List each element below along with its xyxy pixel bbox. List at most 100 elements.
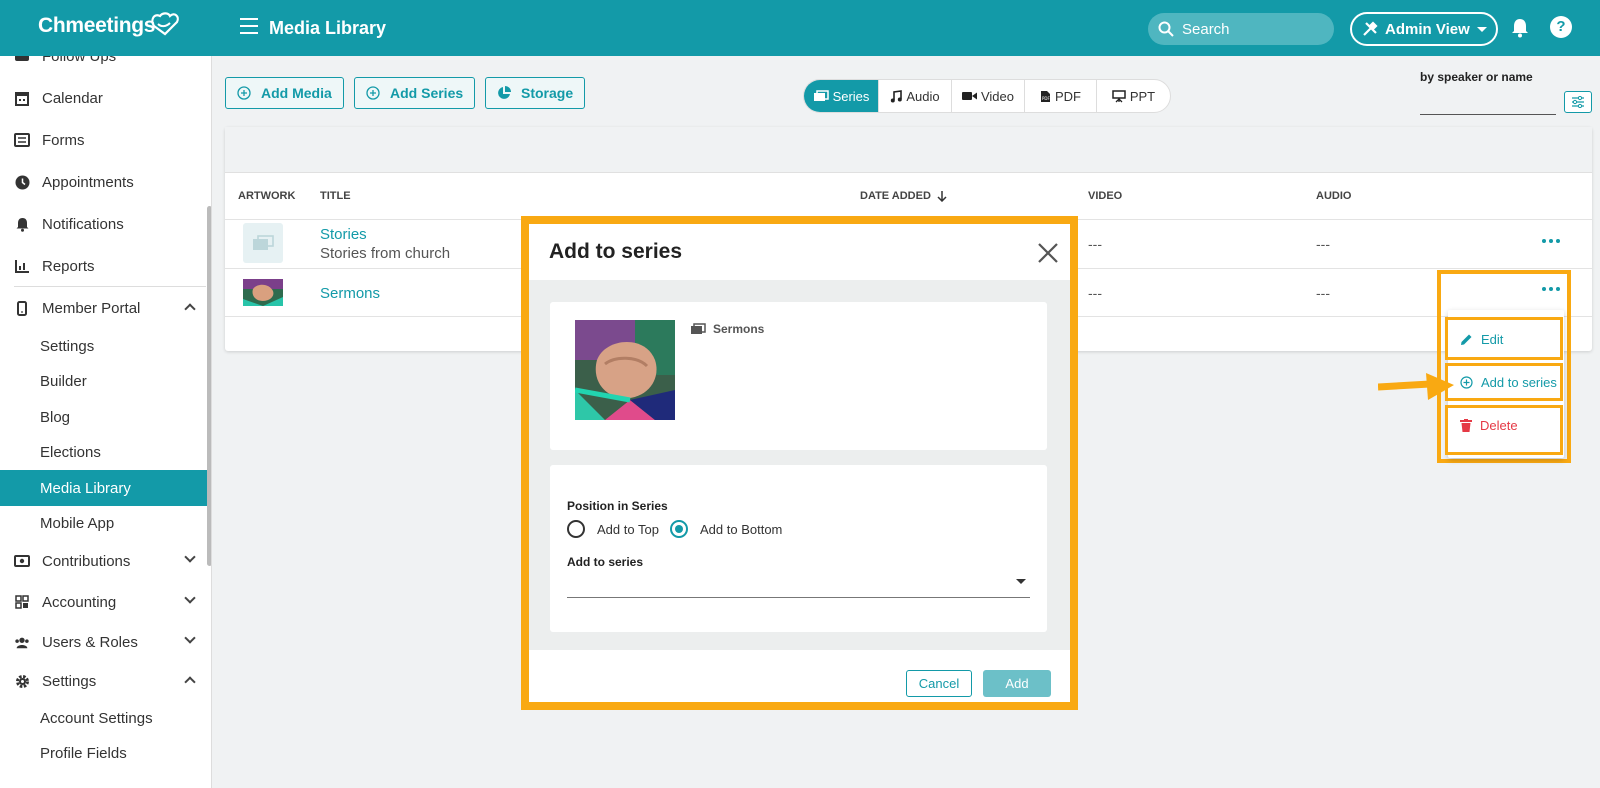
- series-select-label: Add to series: [567, 555, 644, 569]
- table-toolbar: [225, 127, 1592, 173]
- media-type-tabs: Series Audio Video PDF PDF PPT: [803, 79, 1171, 113]
- sidebar-item-users-roles[interactable]: Users & Roles: [0, 624, 210, 660]
- sidebar-item-calendar[interactable]: Calendar: [0, 80, 210, 116]
- close-icon[interactable]: [1037, 242, 1059, 264]
- plus-circle-icon: [366, 86, 380, 100]
- series-select[interactable]: [567, 597, 1030, 598]
- series-icon: [813, 90, 829, 101]
- sidebar-scrollbar[interactable]: [207, 206, 211, 566]
- tab-pdf[interactable]: PDF PDF: [1025, 80, 1097, 112]
- sidebar-item-settings[interactable]: Settings: [0, 663, 210, 699]
- row-video: ---: [1088, 285, 1102, 301]
- sidebar-item-label: Forms: [42, 131, 85, 149]
- cancel-button[interactable]: Cancel: [906, 670, 972, 697]
- tab-video[interactable]: Video: [952, 80, 1025, 112]
- series-artwork: [575, 320, 675, 420]
- row-actions-icon[interactable]: [1542, 239, 1560, 245]
- sidebar-sub-account-settings[interactable]: Account Settings: [0, 700, 210, 736]
- caret-down-icon[interactable]: [1016, 579, 1026, 584]
- column-header-title[interactable]: TITLE: [320, 190, 351, 202]
- arrow-down-icon: [937, 191, 947, 202]
- bell-icon: [14, 216, 30, 232]
- dialog-body: Sermons Position in Series Add to Top Ad…: [529, 280, 1070, 650]
- add-series-button[interactable]: Add Series: [354, 77, 476, 109]
- sidebar-item-follow-ups[interactable]: Follow Ups: [0, 56, 210, 74]
- pie-chart-icon: [498, 86, 511, 99]
- tab-label: Video: [980, 88, 1014, 104]
- presentation-icon: [1112, 89, 1126, 102]
- bell-icon[interactable]: [1511, 18, 1529, 38]
- list-icon: [14, 132, 30, 148]
- sidebar-item-appointments[interactable]: Appointments: [0, 164, 210, 200]
- row-video: ---: [1088, 236, 1102, 252]
- hamburger-menu-icon[interactable]: [240, 18, 258, 34]
- chevron-down-icon: [184, 592, 196, 604]
- row-title-stories[interactable]: Stories: [320, 226, 367, 243]
- grid-icon: [14, 594, 30, 610]
- series-placeholder-artwork: [243, 223, 283, 263]
- tools-icon: [1363, 21, 1378, 36]
- help-icon[interactable]: ?: [1550, 16, 1572, 38]
- row-audio: ---: [1316, 236, 1330, 252]
- sidebar-sub-blog[interactable]: Blog: [0, 399, 210, 435]
- storage-button[interactable]: Storage: [485, 77, 586, 109]
- tab-audio[interactable]: Audio: [879, 80, 952, 112]
- chevron-up-icon: [184, 303, 196, 315]
- plus-circle-icon: [237, 86, 251, 100]
- top-bar: Chmeetings Media Library Search Admin Vi…: [0, 0, 1600, 56]
- add-media-label: Add Media: [261, 85, 332, 101]
- add-to-bottom-label[interactable]: Add to Bottom: [700, 522, 782, 537]
- chevron-down-icon: [184, 632, 196, 644]
- storage-label: Storage: [521, 85, 574, 101]
- brand-name: Chmeetings: [38, 14, 156, 37]
- sidebar-item-notifications[interactable]: Notifications: [0, 206, 210, 242]
- add-to-series-dialog: Add to series Sermons Position in Series…: [521, 216, 1078, 710]
- search-box[interactable]: Search: [1148, 13, 1334, 45]
- filter-label: by speaker or name: [1420, 70, 1533, 84]
- calendar-icon: [14, 90, 30, 106]
- sidebar-item-label: Contributions: [42, 552, 131, 570]
- sidebar-item-forms[interactable]: Forms: [0, 122, 210, 158]
- add-series-label: Add Series: [390, 85, 464, 101]
- tab-ppt[interactable]: PPT: [1097, 80, 1170, 112]
- sidebar-item-accounting[interactable]: Accounting: [0, 584, 210, 620]
- sidebar-sub-mobile-app[interactable]: Mobile App: [0, 505, 210, 541]
- series-icon: [253, 235, 274, 250]
- sidebar-item-label: Appointments: [42, 173, 134, 191]
- column-header-date-added[interactable]: DATE ADDED: [860, 190, 947, 202]
- svg-text:PDF: PDF: [1042, 96, 1050, 101]
- row-title-sermons[interactable]: Sermons: [320, 285, 380, 302]
- sidebar-sub-builder[interactable]: Builder: [0, 363, 210, 399]
- chevron-up-icon: [184, 676, 196, 688]
- sidebar-sub-settings[interactable]: Settings: [0, 328, 210, 364]
- sidebar-sub-media-library[interactable]: Media Library: [0, 470, 210, 506]
- add-to-top-radio[interactable]: [567, 520, 585, 538]
- series-preview-panel: Sermons: [550, 302, 1047, 450]
- users-icon: [14, 634, 30, 650]
- money-icon: [14, 553, 30, 569]
- admin-view-button[interactable]: Admin View: [1350, 12, 1498, 46]
- sidebar-item-contributions[interactable]: Contributions: [0, 543, 210, 579]
- sidebar-item-label: Follow Ups: [42, 56, 117, 65]
- column-header-video: VIDEO: [1088, 190, 1123, 202]
- sidebar-sub-elections[interactable]: Elections: [0, 434, 210, 470]
- tab-series[interactable]: Series: [804, 80, 879, 112]
- brand-logo[interactable]: Chmeetings: [38, 12, 179, 38]
- add-media-button[interactable]: Add Media: [225, 77, 344, 109]
- sermons-artwork: [243, 279, 283, 306]
- add-button[interactable]: Add: [983, 670, 1051, 697]
- tab-label: PDF: [1055, 88, 1081, 104]
- tab-label: Series: [832, 88, 870, 104]
- column-header-audio: AUDIO: [1316, 190, 1352, 202]
- pdf-file-icon: PDF: [1041, 90, 1050, 102]
- caret-down-icon: [1476, 26, 1487, 32]
- sidebar-item-reports[interactable]: Reports: [0, 248, 210, 284]
- sidebar-item-member-portal[interactable]: Member Portal: [0, 290, 210, 326]
- clock-icon: [14, 174, 30, 190]
- add-to-top-label[interactable]: Add to Top: [597, 522, 659, 537]
- filter-input[interactable]: [1420, 114, 1556, 115]
- add-to-bottom-radio[interactable]: [670, 520, 688, 538]
- sidebar-sub-profile-fields[interactable]: Profile Fields: [0, 735, 210, 771]
- search-icon: [1158, 21, 1174, 37]
- filter-settings-button[interactable]: [1564, 91, 1592, 113]
